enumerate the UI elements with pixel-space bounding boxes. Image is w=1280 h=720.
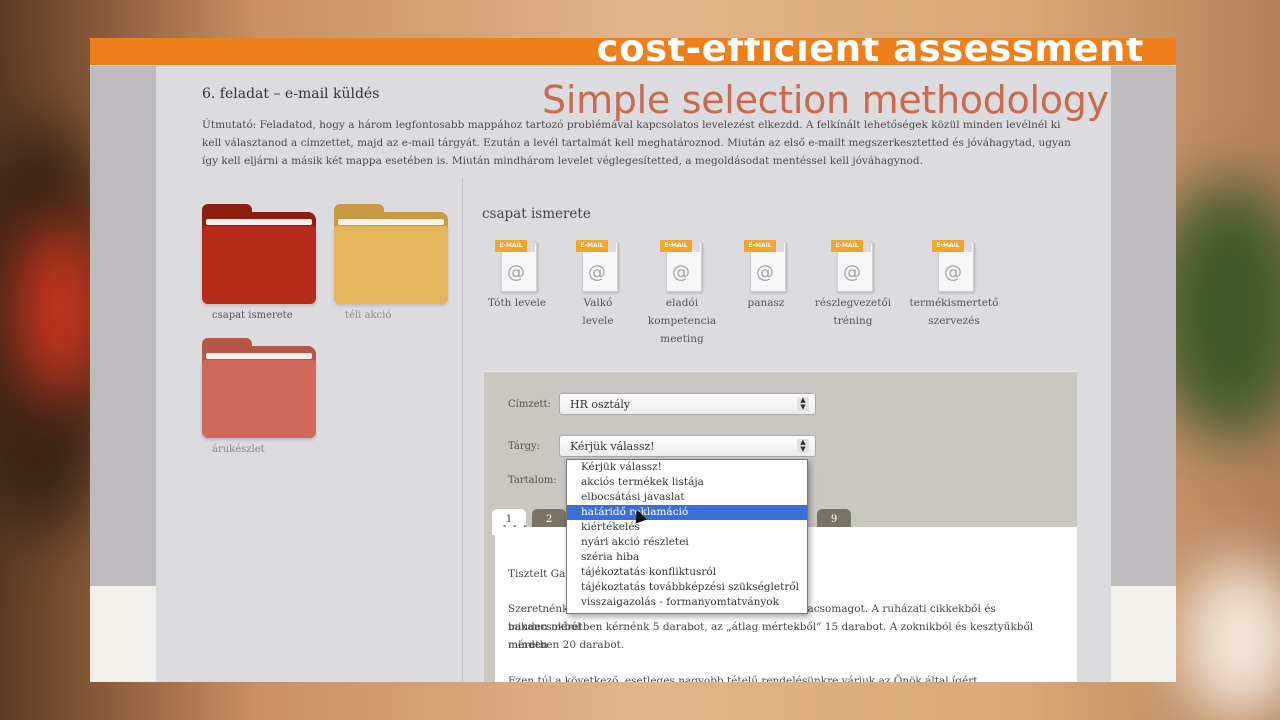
email-label: Tóth levele <box>487 297 547 309</box>
dropdown-option[interactable]: tájékoztatás konfliktusról <box>567 565 807 580</box>
dropdown-option[interactable]: Kérjük válassz! <box>567 460 807 475</box>
background-shape <box>20 220 100 400</box>
recipient-label: Címzett: <box>508 399 551 410</box>
letter-text: Ezen túl a következő, esetleges nagyobb … <box>508 675 978 682</box>
folder-label: csapat ismerete <box>212 310 293 321</box>
dropdown-option[interactable]: visszaigazolás - formanyomtatványok <box>567 595 807 610</box>
subject-dropdown-list[interactable]: Kérjük válassz! akciós termékek listája … <box>566 459 808 614</box>
email-icon: @ E-MAIL <box>831 240 875 292</box>
folder-icon <box>202 226 316 304</box>
folder-arukeszlet[interactable] <box>202 338 316 438</box>
banner-subtitle: Simple selection methodology <box>542 78 1109 122</box>
content-label: Tartalom: <box>508 475 557 486</box>
task-instructions: Útmutató: Feladatod, hogy a három legfon… <box>202 119 1071 167</box>
task-title: 6. feladat – e-mail küldés <box>202 86 380 102</box>
folder-paper <box>206 353 312 359</box>
email-label: termékismertető szervezés <box>909 297 999 327</box>
subject-select[interactable]: Kérjük válassz! ▲ ▼ <box>559 435 816 457</box>
side-panel-right <box>1111 66 1176 586</box>
section-title: csapat ismerete <box>482 206 591 222</box>
folder-label: árukészlet <box>212 444 265 455</box>
email-label: eladói kompetencia meeting <box>647 297 717 345</box>
email-item[interactable]: @ E-MAIL Valkó levele <box>553 240 643 330</box>
recipient-select[interactable]: HR osztály ▲ ▼ <box>559 393 816 415</box>
dropdown-option[interactable]: nyári akció részletei <box>567 535 807 550</box>
folder-label: téli akció <box>345 310 392 321</box>
presentation-frame: 6. feladat – e-mail küldés Útmutató: Fel… <box>90 38 1176 682</box>
letter-text: méretben 20 darabot. <box>508 639 625 651</box>
email-icon: @ E-MAIL <box>744 240 788 292</box>
email-item[interactable]: @ E-MAIL panasz <box>721 240 811 312</box>
dropdown-option[interactable]: kiértékelés <box>567 520 807 535</box>
dropdown-option-highlighted[interactable]: határidő reklamáció <box>567 505 807 520</box>
subject-label: Tárgy: <box>508 441 541 452</box>
select-arrows-icon: ▲ ▼ <box>797 439 809 453</box>
column-divider <box>462 178 463 682</box>
email-item[interactable]: @ E-MAIL eladói kompetencia meeting <box>637 240 727 348</box>
folder-csapat-ismerete[interactable] <box>202 204 316 304</box>
folder-paper <box>206 219 312 225</box>
email-icon: @ E-MAIL <box>495 240 539 292</box>
email-label: részlegvezetői tréning <box>814 297 892 327</box>
select-arrows-icon: ▲ ▼ <box>797 397 809 411</box>
banner-title: cost-efficient assessment <box>596 38 1144 70</box>
email-icon: @ E-MAIL <box>576 240 620 292</box>
dropdown-option[interactable]: tájékoztatás továbbképzési szükségletről <box>567 580 807 595</box>
dropdown-option[interactable]: széria hiba <box>567 550 807 565</box>
dropdown-option[interactable]: akciós termékek listája <box>567 475 807 490</box>
side-panel-left <box>90 66 156 586</box>
email-icon: @ E-MAIL <box>660 240 704 292</box>
folder-teli-akcio[interactable] <box>334 204 448 304</box>
folder-icon <box>202 360 316 438</box>
email-item[interactable]: @ E-MAIL termékismertető szervezés <box>909 240 999 330</box>
folder-paper <box>338 219 444 225</box>
folder-icon <box>334 226 448 304</box>
email-icon: @ E-MAIL <box>932 240 976 292</box>
email-label: Valkó levele <box>582 297 614 327</box>
email-item[interactable]: @ E-MAIL Tóth levele <box>472 240 562 312</box>
email-label: panasz <box>747 297 785 309</box>
background-shape <box>1180 560 1280 720</box>
dropdown-option[interactable]: elbocsátási javaslat <box>567 490 807 505</box>
email-item[interactable]: @ E-MAIL részlegvezetői tréning <box>808 240 898 330</box>
